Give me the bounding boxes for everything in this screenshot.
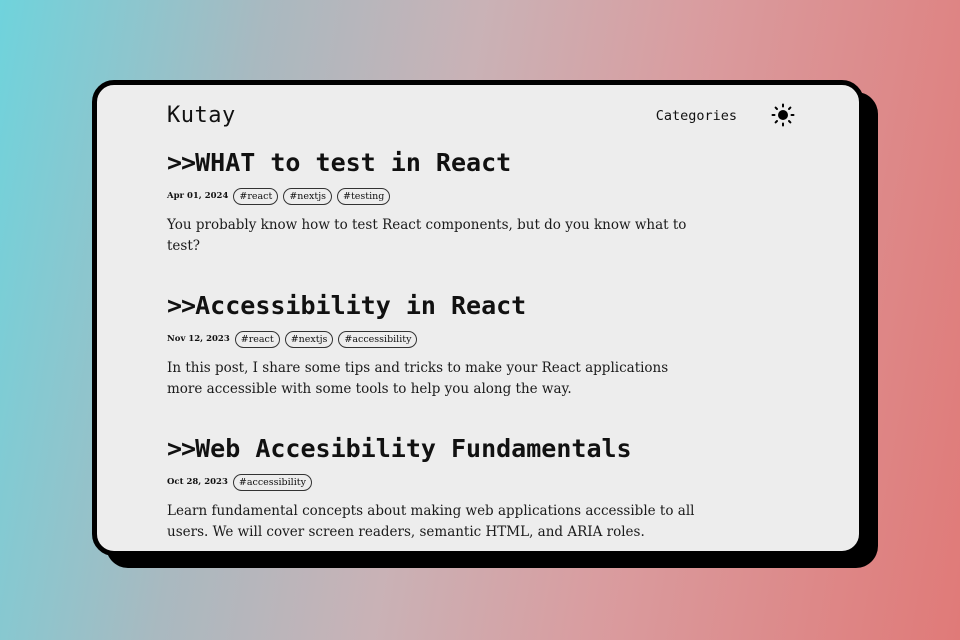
tag-badge[interactable]: #testing <box>337 187 391 205</box>
post-title-link[interactable]: >>WHAT to test in React <box>167 147 707 179</box>
post-item: >>Accessibility in React Nov 12, 2023 #r… <box>167 290 707 399</box>
post-title-text: WHAT to test in React <box>195 148 512 177</box>
post-date: Nov 12, 2023 <box>167 334 230 344</box>
tag-badge[interactable]: #nextjs <box>283 187 333 205</box>
post-title-text: Web Accesibility Fundamentals <box>195 434 632 463</box>
tag-badge[interactable]: #nextjs <box>284 330 334 348</box>
tag-badge[interactable]: #react <box>233 187 279 205</box>
site-logo[interactable]: Kutay <box>167 103 236 128</box>
post-title-prefix: >> <box>167 434 196 463</box>
theme-toggle-button[interactable] <box>771 103 795 127</box>
post-meta: Oct 28, 2023 #accessibility <box>167 471 707 493</box>
post-meta: Nov 12, 2023 #react #nextjs #accessibili… <box>167 328 707 350</box>
post-excerpt: Learn fundamental concepts about making … <box>167 503 695 540</box>
post-list: >>WHAT to test in React Apr 01, 2024 #re… <box>167 147 707 551</box>
post-meta: Apr 01, 2024 #react #nextjs #testing <box>167 185 707 207</box>
nav-categories-link[interactable]: Categories <box>656 108 737 124</box>
post-title-link[interactable]: >>Accessibility in React <box>167 290 707 322</box>
browser-card: Kutay Categories >>WHAT to test in React… <box>92 80 864 556</box>
tag-badge[interactable]: #accessibility <box>232 473 312 491</box>
tag-badge[interactable]: #accessibility <box>338 330 418 348</box>
post-item: >>WHAT to test in React Apr 01, 2024 #re… <box>167 147 707 256</box>
post-title-prefix: >> <box>167 291 196 320</box>
post-item: >>Web Accesibility Fundamentals Oct 28, … <box>167 433 707 542</box>
post-title-text: Accessibility in React <box>195 291 527 320</box>
site-header: Kutay Categories <box>167 101 795 131</box>
post-title-link[interactable]: >>Web Accesibility Fundamentals <box>167 433 707 465</box>
post-excerpt: You probably know how to test React comp… <box>167 217 687 254</box>
post-excerpt: In this post, I share some tips and tric… <box>167 360 669 397</box>
tag-badge[interactable]: #react <box>234 330 280 348</box>
post-title-prefix: >> <box>167 148 196 177</box>
post-date: Apr 01, 2024 <box>167 191 229 201</box>
post-date: Oct 28, 2023 <box>167 477 228 487</box>
sun-icon <box>771 103 795 127</box>
